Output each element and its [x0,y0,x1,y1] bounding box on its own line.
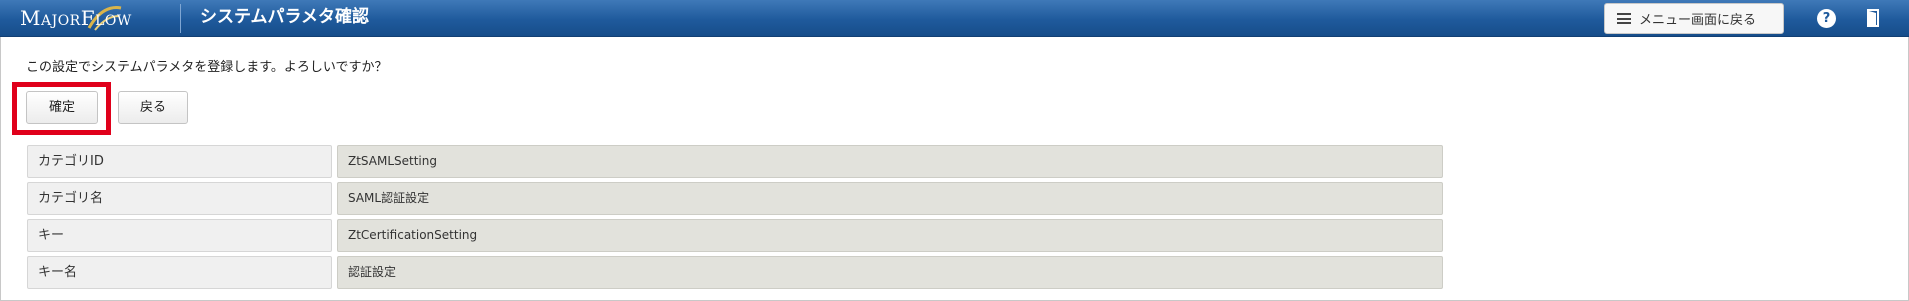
back-to-menu-button[interactable]: メニュー画面に戻る [1604,3,1784,34]
param-value: ZtCertificationSetting [337,219,1443,252]
param-label: キー [27,219,332,252]
confirm-button[interactable]: 確定 [26,91,98,124]
param-row-category-id: カテゴリID ZtSAMLSetting [27,145,1443,178]
param-label: キー名 [27,256,332,289]
param-value: SAML認証設定 [337,182,1443,215]
app-header: MajorFlow システムパラメタ確認 メニュー画面に戻る ? [0,0,1909,37]
logout-icon[interactable] [1866,8,1882,28]
param-label: カテゴリID [27,145,332,178]
hamburger-icon [1617,13,1631,24]
param-row-key-name: キー名 認証設定 [27,256,1443,289]
param-row-key: キー ZtCertificationSetting [27,219,1443,252]
param-value: ZtSAMLSetting [337,145,1443,178]
majorflow-logo: MajorFlow [20,4,180,32]
help-icon[interactable]: ? [1817,9,1836,28]
param-value: 認証設定 [337,256,1443,289]
logo-text: MajorFlow [20,6,132,30]
header-divider [180,4,181,33]
param-row-category-name: カテゴリ名 SAML認証設定 [27,182,1443,215]
back-to-menu-label: メニュー画面に戻る [1639,13,1757,28]
back-button[interactable]: 戻る [118,91,188,124]
page-title: システムパラメタ確認 [200,7,369,27]
confirmation-message: この設定でシステムパラメタを登録します。よろしいですか？ [26,60,388,75]
param-label: カテゴリ名 [27,182,332,215]
